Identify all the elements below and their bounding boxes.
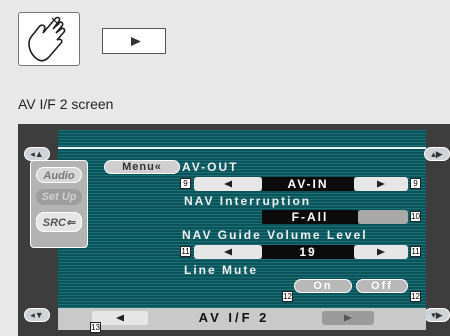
- av-out-label: AV-OUT: [182, 160, 239, 174]
- av-out-next-button[interactable]: [354, 177, 408, 191]
- screen-caption: AV I/F 2 screen: [18, 96, 114, 112]
- callout-10: 10: [410, 211, 421, 222]
- play-icon: [131, 37, 141, 46]
- callout-12-left: 12: [282, 291, 293, 302]
- callout-11-right: 11: [410, 246, 421, 257]
- nav-guide-volume-value: 19: [262, 245, 354, 259]
- line-mute-label: Line Mute: [184, 263, 258, 277]
- arrow-right-icon: [344, 314, 352, 322]
- play-button-illustration: [102, 28, 166, 54]
- callout-12-right: 12: [410, 291, 421, 302]
- arrow-right-icon: [377, 248, 385, 256]
- callout-13: 13: [90, 322, 101, 333]
- touch-hand-illustration: [18, 12, 80, 66]
- av-out-value: AV-IN: [262, 177, 354, 191]
- callout-9-right: 9: [410, 178, 421, 189]
- screen-top-line: [58, 147, 426, 149]
- callout-11-left: 11: [180, 246, 191, 257]
- setup-button[interactable]: Set Up: [36, 189, 82, 205]
- left-bottom-side-button[interactable]: ◂▼: [24, 308, 50, 322]
- audio-button[interactable]: Audio: [36, 167, 82, 183]
- line-mute-off-button[interactable]: Off: [356, 279, 408, 293]
- nav-interruption-toggle-button[interactable]: [358, 210, 408, 224]
- src-button[interactable]: SRC⇐: [36, 212, 82, 232]
- arrow-right-icon: [377, 180, 385, 188]
- line-mute-on-button[interactable]: On: [294, 279, 352, 293]
- page-next-button[interactable]: [322, 311, 374, 325]
- left-top-side-button[interactable]: ◂▲: [24, 147, 50, 161]
- callout-9-left: 9: [180, 178, 191, 189]
- nav-interruption-value: F-All: [262, 210, 358, 224]
- av-out-prev-button[interactable]: [194, 177, 262, 191]
- right-bottom-side-button[interactable]: ▾▶: [424, 308, 450, 322]
- src-arrow-icon: ⇐: [66, 217, 76, 229]
- src-label: SRC: [42, 217, 66, 229]
- arrow-left-icon: [224, 180, 232, 188]
- page-title: AV I/F 2: [198, 310, 270, 325]
- menu-button[interactable]: Menu«: [104, 160, 180, 174]
- volume-down-button[interactable]: [194, 245, 262, 259]
- right-top-side-button[interactable]: ▴▶: [424, 147, 450, 161]
- arrow-left-icon: [224, 248, 232, 256]
- nav-interruption-label: NAV Interruption: [184, 194, 312, 208]
- hand-touch-icon: [28, 16, 66, 62]
- nav-guide-volume-label: NAV Guide Volume Level: [182, 228, 368, 242]
- volume-up-button[interactable]: [354, 245, 408, 259]
